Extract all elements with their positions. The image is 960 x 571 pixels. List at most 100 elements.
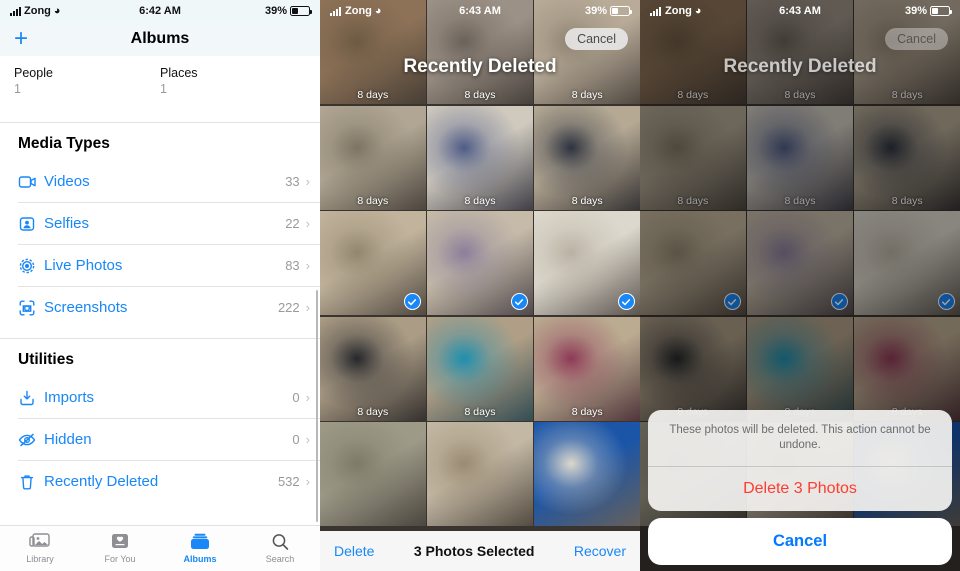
album-row-screenshots[interactable]: Screenshots 222 › bbox=[0, 287, 320, 328]
battery-percent-label: 39% bbox=[584, 5, 607, 17]
confirm-delete-button[interactable]: Delete 3 Photos bbox=[648, 467, 952, 511]
trash-icon bbox=[20, 474, 34, 490]
photo-cell[interactable]: 8 days bbox=[534, 105, 640, 210]
battery-icon bbox=[610, 6, 632, 16]
albums-icon bbox=[191, 533, 209, 549]
panel-albums: Zong ◕ 6:42 AM 39% + Albums People 1 Pla… bbox=[0, 0, 320, 571]
page-title: Albums bbox=[130, 30, 190, 47]
photo-cell[interactable]: 8 days bbox=[854, 316, 960, 421]
battery-percent-label: 39% bbox=[264, 5, 287, 17]
status-right: 39% bbox=[584, 5, 632, 17]
panel-recently-deleted: 8 days 8 days 8 days 8 days 8 days 8 days 8 da… bbox=[320, 0, 640, 571]
photo-cell[interactable]: 8 days bbox=[640, 105, 746, 210]
delete-confirmation-alert: These photos will be deleted. This actio… bbox=[648, 409, 952, 565]
cancel-selection-button[interactable]: Cancel bbox=[565, 28, 628, 50]
photo-cell[interactable]: 8 days bbox=[427, 316, 533, 421]
album-row-count: 532 bbox=[277, 474, 300, 489]
live-photo-icon bbox=[19, 258, 35, 273]
people-tile[interactable]: People 1 bbox=[14, 66, 160, 96]
trash-icon bbox=[18, 473, 44, 491]
album-row-count: 22 bbox=[285, 216, 300, 231]
status-bar: Zong ◕ 6:43 AM 39% bbox=[640, 0, 960, 22]
tab-search[interactable]: Search bbox=[240, 533, 320, 564]
days-remaining-label: 8 days bbox=[784, 194, 816, 207]
video-icon bbox=[18, 173, 44, 191]
recover-button[interactable]: Recover bbox=[574, 543, 626, 559]
photo-cell[interactable]: 8 days bbox=[747, 316, 853, 421]
photo-cell[interactable] bbox=[747, 211, 853, 315]
days-remaining-label: 8 days bbox=[571, 194, 603, 207]
chevron-right-icon: › bbox=[305, 216, 310, 231]
photo-cell[interactable]: 8 days bbox=[320, 316, 426, 421]
places-tile[interactable]: Places 1 bbox=[160, 66, 306, 96]
alert-message: These photos will be deleted. This actio… bbox=[669, 423, 931, 452]
alert-cancel-button[interactable]: Cancel bbox=[648, 518, 952, 565]
days-remaining-label: 8 days bbox=[677, 89, 709, 101]
photo-cell[interactable]: 8 days bbox=[747, 105, 853, 210]
album-row-videos[interactable]: Videos 33 › bbox=[0, 161, 320, 202]
battery-percent-label: 39% bbox=[904, 5, 927, 17]
album-row-live-photos[interactable]: Live Photos 83 › bbox=[0, 245, 320, 286]
selected-checkmark-icon bbox=[510, 293, 528, 310]
live-photo-icon bbox=[18, 257, 44, 275]
album-row-imports[interactable]: Imports 0 › bbox=[0, 377, 320, 418]
chevron-right-icon: › bbox=[305, 474, 310, 489]
days-remaining-label: 8 days bbox=[464, 194, 496, 207]
photo-cell[interactable] bbox=[640, 211, 746, 315]
places-label: Places bbox=[160, 66, 198, 80]
selection-toolbar: Delete 3 Photos Selected Recover bbox=[320, 531, 640, 571]
photo-cell[interactable] bbox=[320, 211, 426, 315]
photo-cell[interactable] bbox=[854, 211, 960, 315]
album-row-hidden[interactable]: Hidden 0 › bbox=[0, 419, 320, 460]
battery-icon bbox=[290, 6, 312, 16]
days-remaining-label: 8 days bbox=[357, 89, 389, 101]
days-remaining-label: 8 days bbox=[571, 89, 603, 101]
album-row-count: 222 bbox=[277, 300, 300, 315]
photo-cell[interactable] bbox=[320, 422, 426, 526]
album-title: Recently Deleted bbox=[403, 56, 557, 77]
delete-button[interactable]: Delete bbox=[334, 543, 374, 559]
tab-for-you[interactable]: For You bbox=[80, 533, 160, 564]
status-bar: Zong ◕ 6:42 AM 39% bbox=[0, 0, 320, 22]
navigation-bar: + Albums bbox=[0, 22, 320, 56]
people-places-row: People 1 Places 1 bbox=[0, 56, 320, 96]
photo-cell[interactable] bbox=[534, 211, 640, 315]
import-icon bbox=[18, 389, 44, 407]
photo-cell[interactable] bbox=[427, 211, 533, 315]
days-remaining-label: 8 days bbox=[464, 89, 496, 101]
section-title-utilities: Utilities bbox=[18, 351, 74, 368]
status-right: 39% bbox=[264, 5, 312, 17]
tab-library[interactable]: Library bbox=[0, 533, 80, 564]
media-types-list: Videos 33 › Selfies 22 › Live Photos 83 › Screens… bbox=[0, 161, 320, 328]
utilities-list: Imports 0 › Hidden 0 › Recently Deleted 532 › bbox=[0, 377, 320, 502]
three-panel-screenshot: Zong ◕ 6:42 AM 39% + Albums People 1 Pla… bbox=[0, 0, 960, 571]
album-title: Recently Deleted bbox=[723, 56, 877, 77]
photo-cell[interactable] bbox=[534, 422, 640, 526]
photo-cell[interactable]: 8 days bbox=[854, 105, 960, 210]
alert-sheet: These photos will be deleted. This actio… bbox=[648, 409, 952, 511]
photo-cell[interactable]: 8 days bbox=[534, 316, 640, 421]
scrollbar[interactable] bbox=[315, 290, 318, 522]
library-icon bbox=[29, 533, 50, 547]
tab-search-label: Search bbox=[265, 554, 295, 564]
album-row-label: Imports bbox=[44, 389, 95, 406]
album-row-selfies[interactable]: Selfies 22 › bbox=[0, 203, 320, 244]
album-row-count: 0 bbox=[292, 390, 300, 405]
album-row-recently-deleted[interactable]: Recently Deleted 532 › bbox=[0, 461, 320, 502]
cancel-selection-button[interactable]: Cancel bbox=[885, 28, 948, 50]
tab-albums-label: Albums bbox=[183, 554, 217, 564]
photo-cell[interactable]: 8 days bbox=[427, 105, 533, 210]
photo-cell[interactable]: 8 days bbox=[320, 105, 426, 210]
screenshot-icon bbox=[18, 299, 44, 317]
photo-cell[interactable]: 8 days bbox=[640, 316, 746, 421]
search-icon bbox=[272, 534, 289, 550]
selfies-icon bbox=[19, 216, 35, 231]
days-remaining-label: 8 days bbox=[677, 194, 709, 207]
photo-cell[interactable] bbox=[427, 422, 533, 526]
days-remaining-label: 8 days bbox=[571, 405, 603, 418]
tab-albums[interactable]: Albums bbox=[160, 533, 240, 564]
album-row-label: Hidden bbox=[44, 431, 92, 448]
tab-library-label: Library bbox=[26, 554, 54, 564]
screenshot-icon bbox=[19, 300, 35, 315]
foryou-icon bbox=[112, 534, 128, 548]
